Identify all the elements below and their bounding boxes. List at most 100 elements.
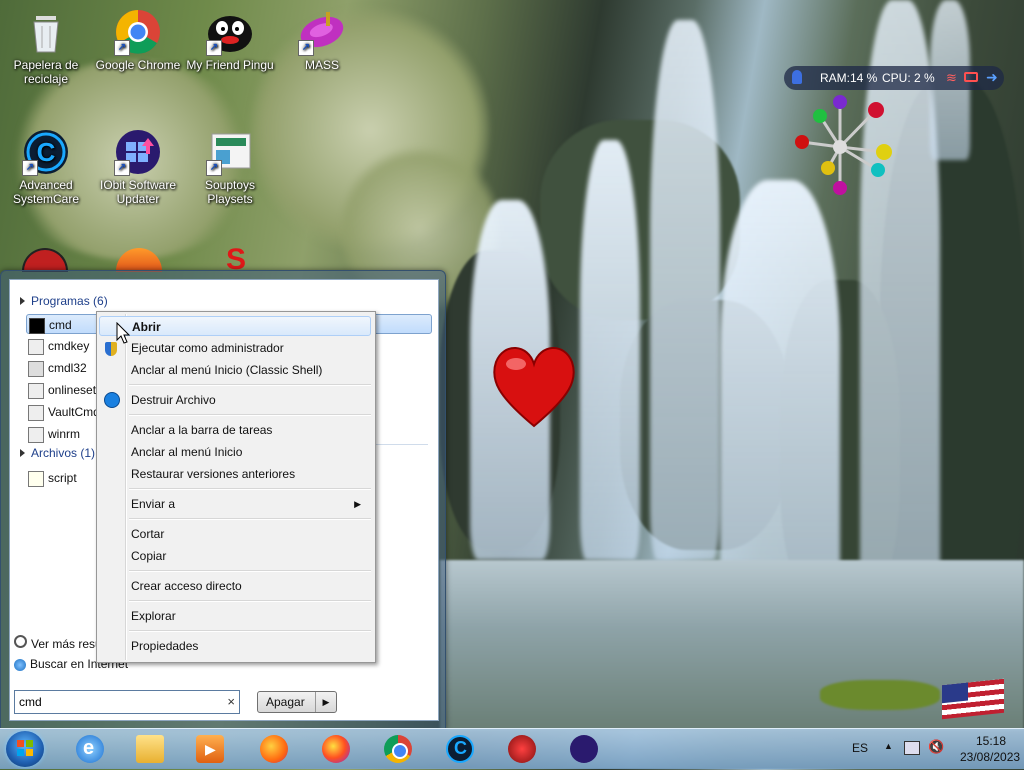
menu-item-pin-taskbar[interactable]: Anclar a la barra de tareas — [131, 420, 369, 440]
advanced-systemcare-icon: C ↗ — [22, 128, 70, 176]
file-explorer-icon — [136, 735, 164, 763]
iobit-updater-icon — [570, 735, 598, 763]
app-icon — [28, 382, 44, 399]
taskbar-chrome[interactable] — [376, 733, 420, 765]
clear-search-icon[interactable]: × — [227, 694, 235, 709]
chrome-icon: ↗ — [114, 8, 162, 56]
expand-arrow-icon — [20, 449, 25, 457]
desktop-icon-label: Papelera de — [13, 58, 79, 72]
taskbar-firefox[interactable] — [252, 733, 296, 765]
programs-section-header[interactable]: Programas (6) — [20, 294, 108, 308]
files-header-label: Archivos (1) — [31, 446, 96, 460]
start-button[interactable] — [6, 731, 44, 767]
advanced-systemcare-icon: C — [446, 735, 474, 763]
menu-item-label: Crear acceso directo — [131, 579, 242, 593]
search-box[interactable]: × — [14, 690, 240, 714]
submenu-arrow-icon: ▶ — [354, 499, 361, 509]
shutdown-label: Apagar — [266, 695, 305, 709]
red-s-icon: S — [225, 243, 246, 276]
system-tray: ES ▲ 🔇 15:18 23/08/2023 — [824, 729, 1024, 769]
menu-item-label: Restaurar versiones anteriores — [131, 467, 296, 481]
internet-explorer-icon: e — [76, 735, 104, 763]
red-app-icon — [22, 248, 68, 272]
taskbar-firefox-developer[interactable] — [314, 733, 358, 765]
menu-item-explore[interactable]: Explorar — [131, 606, 369, 626]
menu-item-cut[interactable]: Cortar — [131, 524, 369, 544]
desktop-icon-label: My Friend Pingu — [186, 58, 274, 72]
menu-item-label: Enviar a — [131, 497, 176, 511]
mouse-cursor-icon — [116, 322, 130, 344]
firefox-icon — [260, 735, 288, 763]
iobit-updater-icon: ↗ — [114, 128, 162, 176]
desktop-icon-souptoys-playsets[interactable]: ↗ Souptoys Playsets — [184, 128, 276, 206]
desktop-icon-label: Updater — [116, 192, 160, 206]
menu-item-label: Anclar al menú Inicio — [131, 445, 243, 459]
taskbar-file-explorer[interactable] — [128, 733, 172, 765]
files-section-header[interactable]: Archivos (1) — [20, 446, 95, 460]
language-indicator[interactable]: ES — [852, 741, 868, 755]
context-menu: Abrir Ejecutar como administrador Anclar… — [96, 311, 376, 663]
desktop-icon-label: Google Chrome — [95, 58, 181, 72]
app-icon — [28, 338, 44, 355]
shield-icon — [792, 70, 802, 84]
menu-item-send-to[interactable]: Enviar a ▶ — [131, 494, 369, 514]
taskbar-advanced-systemcare[interactable]: C — [438, 733, 482, 765]
video-icon — [964, 72, 978, 82]
mass-icon: ↗ — [298, 8, 346, 56]
menu-item-restore-versions[interactable]: Restaurar versiones anteriores — [131, 464, 369, 484]
see-more-results-link[interactable]: Ver más resu — [14, 635, 102, 651]
menu-item-pin-classic-shell[interactable]: Anclar al menú Inicio (Classic Shell) — [131, 360, 369, 380]
result-label: winrm — [48, 427, 80, 441]
search-icon — [14, 635, 27, 648]
menu-item-properties[interactable]: Propiedades — [131, 636, 369, 656]
menu-item-copy[interactable]: Copiar — [131, 546, 369, 566]
desktop-icon-advanced-systemcare[interactable]: C ↗ Advanced SystemCare — [0, 128, 92, 206]
desktop-icon-label: IObit Software — [99, 178, 177, 192]
expand-arrow-icon — [20, 297, 25, 305]
network-icon[interactable] — [904, 741, 920, 755]
clock-date[interactable]: 23/08/2023 — [960, 750, 1020, 764]
destroy-file-icon — [104, 392, 120, 408]
show-hidden-icons-icon[interactable]: ▲ — [884, 741, 893, 751]
recycle-bin-icon — [22, 8, 70, 56]
firefox-dev-icon — [322, 735, 350, 763]
desktop-icon-label: SystemCare — [12, 192, 80, 206]
clock-time[interactable]: 15:18 — [976, 734, 1006, 748]
media-player-icon: ▶ — [196, 735, 224, 763]
app-icon — [28, 360, 44, 377]
menu-item-open[interactable]: Abrir — [99, 316, 371, 336]
shutdown-options-arrow-icon[interactable]: ▶ — [315, 692, 336, 712]
script-file-icon — [28, 470, 44, 487]
menu-item-run-as-admin[interactable]: Ejecutar como administrador — [131, 338, 369, 358]
system-monitor-bar: RAM:14 % CPU: 2 % ≋ ➜ — [784, 66, 1004, 90]
globe-icon — [14, 658, 26, 671]
search-input[interactable] — [15, 691, 213, 713]
volume-muted-icon[interactable]: 🔇 — [928, 739, 944, 755]
result-label: cmdkey — [48, 339, 90, 353]
taskbar-iobit-updater[interactable] — [562, 733, 606, 765]
desktop-icon-iobit-software-updater[interactable]: ↗ IObit Software Updater — [92, 128, 184, 206]
menu-item-pin-start[interactable]: Anclar al menú Inicio — [131, 442, 369, 462]
souptoys-icon: ↗ — [206, 128, 254, 176]
windows-logo-icon — [17, 740, 33, 756]
taskbar-iobit-security[interactable] — [500, 733, 544, 765]
menu-item-label: Anclar al menú Inicio (Classic Shell) — [131, 363, 323, 377]
svg-text:C: C — [37, 137, 56, 167]
cpu-usage: CPU: 2 % — [882, 71, 935, 85]
desktop-icon-mass[interactable]: ↗ MASS — [276, 8, 368, 72]
firefox-desktop-icon — [116, 248, 162, 272]
wifi-icon: ≋ — [946, 70, 957, 85]
app-icon — [28, 404, 44, 421]
taskbar-internet-explorer[interactable]: e — [68, 733, 112, 765]
desktop-icon-google-chrome[interactable]: ↗ Google Chrome — [92, 8, 184, 72]
taskbar-media-player[interactable]: ▶ — [188, 733, 232, 765]
shutdown-button[interactable]: Apagar ▶ — [257, 691, 337, 713]
desktop-icon-label: reciclaje — [23, 72, 68, 86]
menu-item-label: Anclar a la barra de tareas — [131, 423, 273, 437]
desktop-icon-my-friend-pingu[interactable]: ↗ My Friend Pingu — [184, 8, 276, 72]
menu-item-label: Abrir — [132, 320, 161, 334]
menu-item-destroy-file[interactable]: Destruir Archivo — [131, 390, 369, 410]
desktop-icon-recycle-bin[interactable]: Papelera de reciclaje — [0, 8, 92, 86]
menu-item-create-shortcut[interactable]: Crear acceso directo — [131, 576, 369, 596]
arrow-right-icon[interactable]: ➜ — [986, 69, 998, 86]
